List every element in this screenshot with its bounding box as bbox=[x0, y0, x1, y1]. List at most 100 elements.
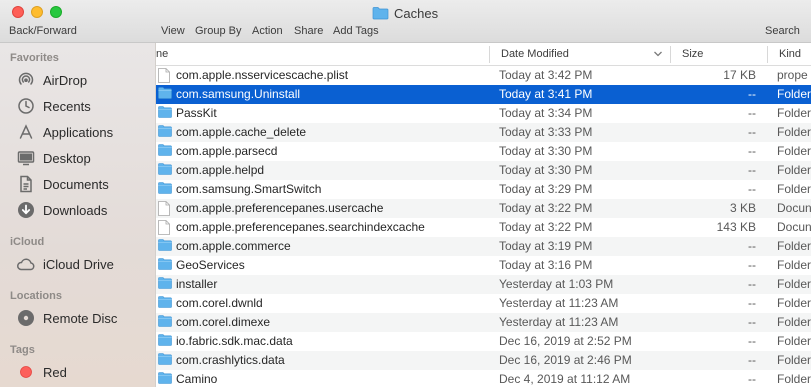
folder-icon bbox=[158, 277, 172, 292]
close-window-button[interactable] bbox=[12, 6, 24, 18]
file-name: com.apple.parsecd bbox=[176, 144, 278, 158]
column-divider[interactable] bbox=[670, 46, 671, 63]
sidebar-item-documents[interactable]: Documents bbox=[16, 173, 109, 195]
file-name: installer bbox=[176, 277, 218, 291]
file-name: com.samsung.Uninstall bbox=[176, 87, 301, 101]
action-button[interactable]: Action bbox=[252, 25, 283, 37]
column-header-name[interactable]: ne bbox=[156, 48, 168, 60]
sidebar-item-airdrop[interactable]: AirDrop bbox=[16, 69, 87, 91]
file-row[interactable]: installer Yesterday at 1:03 PM -- Folder bbox=[156, 275, 811, 294]
sidebar-item-label: Red bbox=[43, 364, 67, 380]
file-size: 17 KB bbox=[723, 68, 756, 82]
cloud-icon bbox=[16, 254, 36, 274]
file-date-modified: Today at 3:30 PM bbox=[499, 144, 593, 158]
file-row[interactable]: com.apple.commerce Today at 3:19 PM -- Fold… bbox=[156, 237, 811, 256]
file-date-modified: Dec 4, 2019 at 11:12 AM bbox=[499, 372, 631, 386]
file-date-modified: Dec 16, 2019 at 2:52 PM bbox=[499, 334, 632, 348]
sidebar-section-icloud: iCloud bbox=[10, 236, 45, 248]
file-row[interactable]: GeoServices Today at 3:16 PM -- Folder bbox=[156, 256, 811, 275]
folder-icon bbox=[158, 353, 172, 368]
sidebar-item-remote-disc[interactable]: Remote Disc bbox=[16, 307, 117, 329]
file-size: 3 KB bbox=[729, 201, 756, 215]
add-tags-button[interactable]: Add Tags bbox=[333, 25, 379, 37]
file-date-modified: Today at 3:41 PM bbox=[499, 87, 593, 101]
file-date-modified: Today at 3:30 PM bbox=[499, 163, 593, 177]
file-size: -- bbox=[748, 372, 756, 386]
file-row[interactable]: com.apple.cache_delete Today at 3:33 PM --… bbox=[156, 123, 811, 142]
file-row[interactable]: com.apple.nsservicescache.plist Today at … bbox=[156, 66, 811, 85]
sidebar-item-label: Recents bbox=[43, 98, 91, 114]
document-icon bbox=[158, 68, 172, 83]
file-size: -- bbox=[748, 239, 756, 253]
file-row[interactable]: PassKit Today at 3:34 PM -- Folder bbox=[156, 104, 811, 123]
window-title: Caches bbox=[372, 5, 438, 21]
file-kind: Folder bbox=[777, 182, 811, 196]
file-name: GeoServices bbox=[176, 258, 245, 272]
column-header-kind[interactable]: Kind bbox=[779, 48, 801, 60]
sidebar-item-applications[interactable]: Applications bbox=[16, 121, 113, 143]
download-icon bbox=[16, 200, 36, 220]
file-kind: Folder bbox=[777, 144, 811, 158]
column-header-date-modified[interactable]: Date Modified bbox=[501, 48, 569, 60]
sidebar-item-label: Downloads bbox=[43, 202, 108, 218]
folder-icon bbox=[158, 144, 172, 159]
file-row[interactable]: com.apple.preferencepanes.searchindexcac… bbox=[156, 218, 811, 237]
folder-icon bbox=[158, 163, 172, 178]
document-icon bbox=[158, 201, 172, 216]
group-by-button[interactable]: Group By bbox=[195, 25, 241, 37]
document-icon bbox=[16, 174, 36, 194]
applications-icon bbox=[16, 122, 36, 142]
file-name: com.samsung.SmartSwitch bbox=[176, 182, 322, 196]
column-header-size[interactable]: Size bbox=[682, 48, 703, 60]
minimize-window-button[interactable] bbox=[31, 6, 43, 18]
column-divider[interactable] bbox=[489, 46, 490, 63]
file-size: -- bbox=[748, 106, 756, 120]
sidebar-item-icloud-drive[interactable]: iCloud Drive bbox=[16, 253, 114, 275]
file-row[interactable]: com.apple.helpd Today at 3:30 PM -- Folder bbox=[156, 161, 811, 180]
column-divider[interactable] bbox=[767, 46, 768, 63]
window-title-text: Caches bbox=[394, 5, 439, 21]
file-name: com.apple.cache_delete bbox=[176, 125, 307, 139]
search-button[interactable]: Search bbox=[765, 25, 800, 37]
share-button[interactable]: Share bbox=[294, 25, 323, 37]
sidebar-item-label: iCloud Drive bbox=[43, 256, 114, 272]
sidebar-item-recents[interactable]: Recents bbox=[16, 95, 91, 117]
file-row[interactable]: io.fabric.sdk.mac.data Dec 16, 2019 at 2:… bbox=[156, 332, 811, 351]
file-row[interactable]: com.corel.dwnld Yesterday at 11:23 AM -- Fo… bbox=[156, 294, 811, 313]
file-row[interactable]: com.apple.parsecd Today at 3:30 PM -- Folde… bbox=[156, 142, 811, 161]
file-name: com.corel.dwnld bbox=[176, 296, 263, 310]
view-button[interactable]: View bbox=[161, 25, 185, 37]
file-name: com.apple.commerce bbox=[176, 239, 291, 253]
file-kind: Folder bbox=[777, 334, 811, 348]
file-row[interactable]: com.samsung.SmartSwitch Today at 3:29 PM -… bbox=[156, 180, 811, 199]
back-forward-button[interactable]: Back/Forward bbox=[9, 25, 77, 37]
column-header-bar: ne Date Modified Size Kind bbox=[156, 43, 811, 66]
file-kind: Folder bbox=[777, 87, 811, 101]
file-kind: Folder bbox=[777, 163, 811, 177]
file-kind: Folder bbox=[777, 353, 811, 367]
file-row[interactable]: Camino Dec 4, 2019 at 11:12 AM -- Folder bbox=[156, 370, 811, 387]
file-size: -- bbox=[748, 125, 756, 139]
sidebar-item-desktop[interactable]: Desktop bbox=[16, 147, 91, 169]
folder-icon bbox=[372, 6, 389, 20]
file-name: com.apple.nsservicescache.plist bbox=[176, 68, 349, 82]
file-kind: Folder bbox=[777, 296, 811, 310]
file-date-modified: Today at 3:16 PM bbox=[499, 258, 593, 272]
red-tag-icon bbox=[16, 362, 36, 382]
chevron-down-icon[interactable] bbox=[653, 49, 663, 61]
file-size: -- bbox=[748, 315, 756, 329]
file-size: -- bbox=[748, 334, 756, 348]
folder-icon bbox=[158, 296, 172, 311]
file-date-modified: Today at 3:42 PM bbox=[499, 68, 593, 82]
file-row[interactable]: com.crashlytics.data Dec 16, 2019 at 2:46… bbox=[156, 351, 811, 370]
zoom-window-button[interactable] bbox=[50, 6, 62, 18]
file-name: com.apple.helpd bbox=[176, 163, 265, 177]
sidebar-item-label: AirDrop bbox=[43, 72, 88, 88]
file-row[interactable]: com.apple.preferencepanes.usercache Today… bbox=[156, 199, 811, 218]
file-kind: Folder bbox=[777, 372, 811, 386]
sidebar-item-downloads[interactable]: Downloads bbox=[16, 199, 107, 221]
file-date-modified: Today at 3:34 PM bbox=[499, 106, 593, 120]
file-row[interactable]: com.samsung.Uninstall Today at 3:41 PM -- F… bbox=[156, 85, 811, 104]
file-row[interactable]: com.corel.dimexe Yesterday at 11:23 AM -- F… bbox=[156, 313, 811, 332]
sidebar-item-tag-red[interactable]: Red bbox=[16, 361, 67, 383]
